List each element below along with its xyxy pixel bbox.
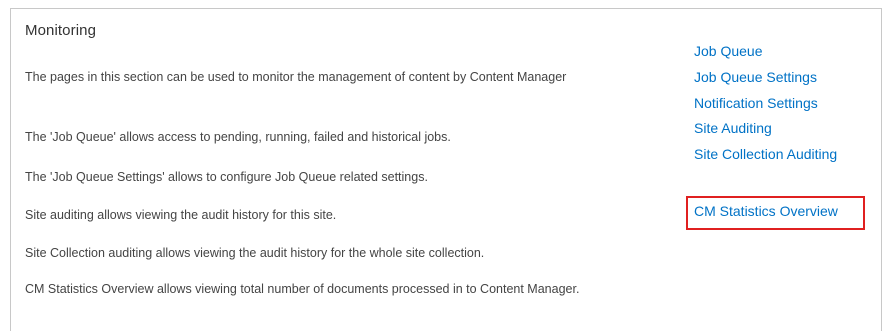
- job-queue-link[interactable]: Job Queue: [694, 43, 763, 59]
- description-text: Site auditing allows viewing the audit h…: [25, 208, 337, 222]
- description-text: The 'Job Queue' allows access to pending…: [25, 130, 451, 144]
- section-title: Monitoring: [25, 22, 97, 39]
- description-text: The 'Job Queue Settings' allows to confi…: [25, 170, 428, 184]
- site-auditing-link[interactable]: Site Auditing: [694, 120, 772, 136]
- site-collection-auditing-link[interactable]: Site Collection Auditing: [694, 146, 837, 162]
- cm-statistics-overview-link[interactable]: CM Statistics Overview: [694, 203, 838, 219]
- job-queue-settings-link[interactable]: Job Queue Settings: [694, 69, 817, 85]
- notification-settings-link[interactable]: Notification Settings: [694, 95, 818, 111]
- description-text: Site Collection auditing allows viewing …: [25, 246, 485, 260]
- highlight-box: CM Statistics Overview: [686, 196, 865, 230]
- description-text: CM Statistics Overview allows viewing to…: [25, 282, 580, 296]
- description-text: The pages in this section can be used to…: [25, 70, 567, 84]
